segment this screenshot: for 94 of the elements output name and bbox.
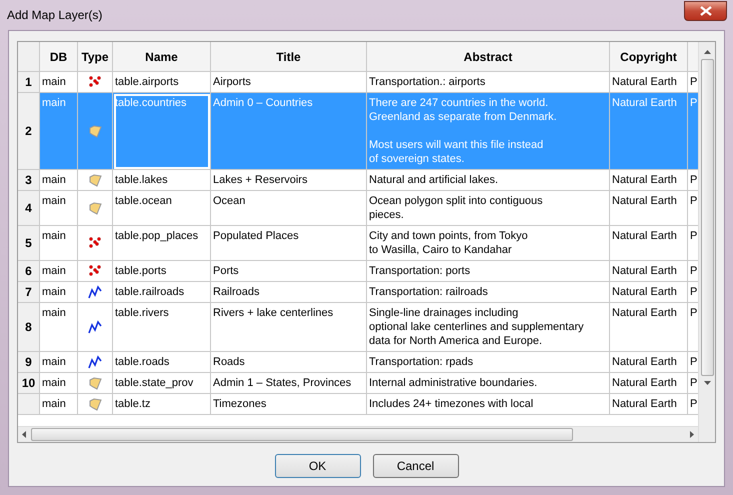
table-cell: Natural Earth <box>610 93 688 170</box>
table-cell: main <box>40 282 78 303</box>
table-cell: main <box>40 226 78 261</box>
polygon-icon <box>88 376 102 390</box>
table-cell: Ports <box>211 261 367 282</box>
row-header[interactable] <box>18 394 40 415</box>
scrollbar-thumb[interactable] <box>31 428 573 441</box>
horizontal-scrollbar[interactable] <box>18 426 698 442</box>
table-cell: Admin 1 – States, Provinces <box>211 373 367 394</box>
table-cell: Populated Places <box>211 226 367 261</box>
table-cell: main <box>40 170 78 191</box>
column-header[interactable]: Copyright <box>610 42 688 72</box>
table-cell: Railroads <box>211 282 367 303</box>
line-icon <box>88 320 102 334</box>
vertical-scrollbar[interactable] <box>698 42 715 442</box>
left-arrow-icon <box>22 431 27 438</box>
table-cell: Transportation: ports <box>367 261 610 282</box>
table-cell: table.tz <box>113 394 211 415</box>
table-cell: Single-line drainages including optional lake centerlines and supplementary data for North America and Europe. <box>367 303 610 352</box>
right-arrow-icon <box>689 431 694 438</box>
table-cell: Transportation: railroads <box>367 282 610 303</box>
table-cell: P <box>688 93 698 170</box>
table-cell: Natural Earth <box>610 394 688 415</box>
table-cell: Natural Earth <box>610 373 688 394</box>
down-arrow-icon <box>704 380 710 385</box>
table-cell: Transportation: rpads <box>367 352 610 373</box>
line-icon <box>88 355 102 369</box>
row-header[interactable]: 6 <box>18 261 40 282</box>
column-header[interactable]: Type <box>78 42 113 72</box>
polygon-icon <box>88 202 102 214</box>
row-header[interactable]: 5 <box>18 226 40 261</box>
row-header[interactable]: 1 <box>18 72 40 93</box>
table-cell: table.state_prov <box>113 373 211 394</box>
table-cell: table.ocean <box>113 191 211 226</box>
table-cell: Natural Earth <box>610 226 688 261</box>
table-cell: table.rivers <box>113 303 211 352</box>
table-cell: Natural Earth <box>610 352 688 373</box>
table-cell: main <box>40 191 78 226</box>
table-cell: City and town points, from Tokyo to Wasilla, Cairo to Kandahar <box>367 226 610 261</box>
table-cell: main <box>40 373 78 394</box>
column-header[interactable]: Abstract <box>367 42 610 72</box>
close-icon <box>700 6 712 16</box>
table-cell: Natural Earth <box>610 282 688 303</box>
table-cell: Lakes + Reservoirs <box>211 170 367 191</box>
row-header[interactable]: 9 <box>18 352 40 373</box>
table-cell: table.lakes <box>113 170 211 191</box>
table-cell: Ocean polygon split into contiguous pieces. <box>367 191 610 226</box>
column-header[interactable]: Title <box>211 42 367 72</box>
polygon-icon <box>88 398 102 410</box>
table-cell: Ocean <box>211 191 367 226</box>
corner-header <box>18 42 40 72</box>
table-cell: table.roads <box>113 352 211 373</box>
table-cell: Timezones <box>211 394 367 415</box>
table-cell: Roads <box>211 352 367 373</box>
scrollbar-thumb[interactable] <box>700 59 714 376</box>
table-cell: main <box>40 93 78 170</box>
table-cell: main <box>40 394 78 415</box>
line-icon <box>88 285 102 299</box>
table-cell: main <box>40 303 78 352</box>
points-icon <box>88 76 102 88</box>
table-cell: main <box>40 261 78 282</box>
polygon-icon <box>88 174 102 186</box>
table-cell: Admin 0 – Countries <box>211 93 367 170</box>
table-cell: table.railroads <box>113 282 211 303</box>
table-cell: Internal administrative boundaries. <box>367 373 610 394</box>
table-cell: main <box>40 352 78 373</box>
table-cell: Natural Earth <box>610 261 688 282</box>
points-icon <box>88 265 102 277</box>
close-button[interactable] <box>684 1 727 21</box>
column-header[interactable] <box>688 42 698 72</box>
table-cell: table.countries <box>113 93 211 170</box>
row-header[interactable]: 3 <box>18 170 40 191</box>
table-cell: Natural Earth <box>610 191 688 226</box>
column-header[interactable]: DB <box>40 42 78 72</box>
table-cell: table.pop_places <box>113 226 211 261</box>
table-cell: Natural Earth <box>610 303 688 352</box>
table-cell: Rivers + lake centerlines <box>211 303 367 352</box>
points-icon <box>88 237 102 249</box>
column-header[interactable]: Name <box>113 42 211 72</box>
row-header[interactable]: 7 <box>18 282 40 303</box>
table-cell: Natural and artificial lakes. <box>367 170 610 191</box>
row-header[interactable]: 10 <box>18 373 40 394</box>
up-arrow-icon <box>704 50 710 55</box>
row-header[interactable]: 8 <box>18 303 40 352</box>
table-cell: Natural Earth <box>610 170 688 191</box>
row-header[interactable]: 2 <box>18 93 40 170</box>
table-cell: Includes 24+ timezones with local <box>367 394 610 415</box>
polygon-icon <box>88 124 102 138</box>
window-title: Add Map Layer(s) <box>7 8 102 22</box>
table-cell: There are 247 countries in the world. Greenland as separate from Denmark. Most users will want this file instead of sovereign states. <box>367 93 610 170</box>
table-cell: table.ports <box>113 261 211 282</box>
row-header[interactable]: 4 <box>18 191 40 226</box>
dialog-button[interactable]: Cancel <box>372 454 458 478</box>
dialog-button[interactable]: OK <box>274 454 360 478</box>
